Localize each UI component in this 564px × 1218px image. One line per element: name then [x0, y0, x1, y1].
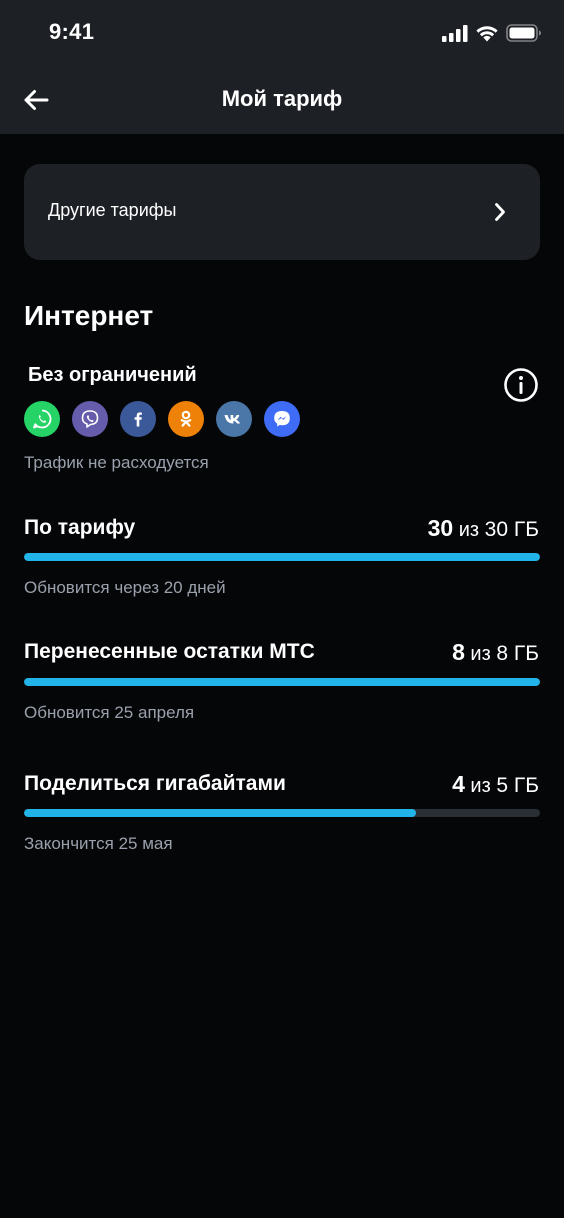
whatsapp-icon [24, 401, 60, 437]
progress-bar-tariff [24, 553, 540, 561]
package-total: 8 ГБ [496, 642, 539, 665]
messenger-icon [264, 401, 300, 437]
progress-bar-carryover [24, 678, 540, 686]
vk-icon [216, 401, 252, 437]
progress-bar-share [24, 809, 540, 817]
progress-fill [24, 678, 540, 686]
other-tariffs-button[interactable]: Другие тарифы [24, 164, 540, 260]
package-amount-tariff: 30 из 30 ГБ [428, 515, 539, 542]
package-separator: из [464, 643, 497, 665]
progress-fill [24, 553, 540, 561]
package-title-share: Поделиться гигабайтами [24, 772, 286, 795]
package-title-tariff: По тарифу [24, 516, 136, 539]
battery-icon [506, 24, 541, 42]
top-bar: 9:41 Мой тариф [0, 0, 564, 134]
facebook-icon [120, 401, 156, 437]
status-time: 9:41 [49, 19, 95, 44]
package-separator: из [464, 775, 497, 797]
package-amount-carryover: 8 из 8 ГБ [452, 639, 539, 666]
unlimited-apps-list [24, 401, 300, 437]
package-amount-share: 4 из 5 ГБ [452, 771, 539, 798]
odnoklassniki-icon [168, 401, 204, 437]
package-remaining: 8 [452, 639, 465, 665]
package-separator: из [453, 519, 485, 541]
chevron-right-icon [495, 203, 505, 221]
package-total: 30 ГБ [484, 518, 539, 541]
unlimited-title: Без ограничений [28, 364, 197, 386]
viber-icon [72, 401, 108, 437]
package-title-carryover: Перенесенные остатки МТС [24, 640, 315, 663]
package-total: 5 ГБ [496, 774, 539, 797]
wifi-icon [476, 26, 498, 42]
status-icons [442, 22, 542, 44]
progress-fill [24, 809, 417, 817]
package-note-tariff: Обновится через 20 дней [24, 578, 226, 597]
internet-section-title: Интернет [24, 300, 154, 331]
package-note-carryover: Обновится 25 апреля [24, 703, 195, 722]
page-title: Мой тариф [221, 86, 343, 111]
package-remaining: 4 [452, 771, 465, 797]
cellular-signal-icon [442, 24, 468, 42]
other-tariffs-label: Другие тарифы [48, 200, 177, 220]
package-remaining: 30 [427, 515, 454, 541]
info-icon[interactable] [503, 367, 539, 403]
package-note-share: Закончится 25 мая [24, 834, 173, 853]
unlimited-note: Трафик не расходуется [24, 453, 209, 472]
